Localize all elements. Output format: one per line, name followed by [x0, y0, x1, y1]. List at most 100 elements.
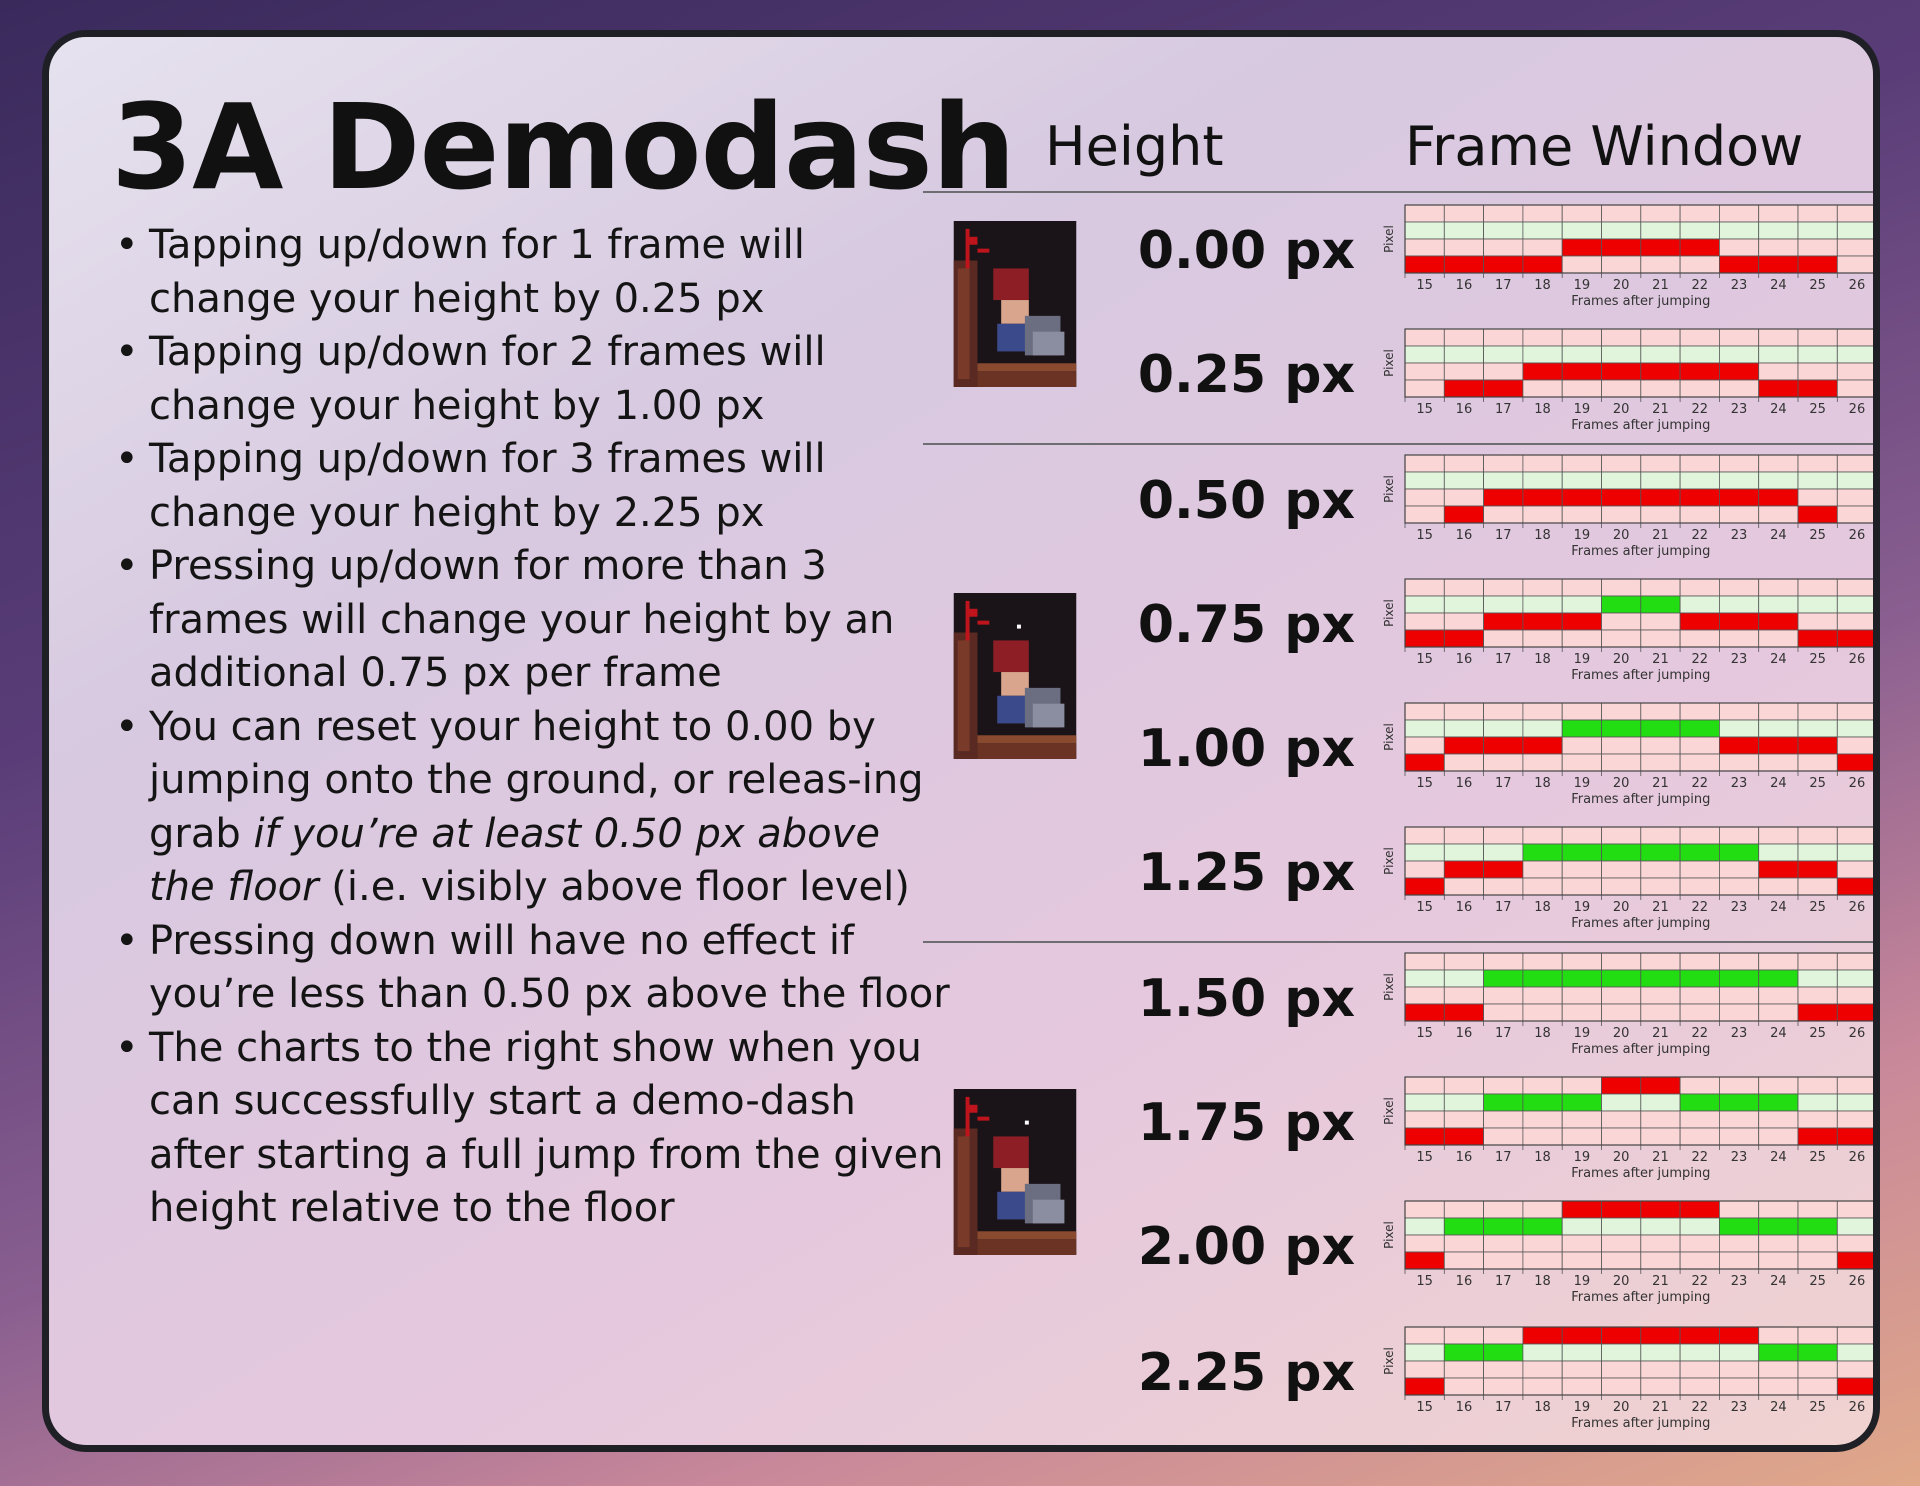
chart-tick-label: 16 — [1456, 1274, 1473, 1289]
chart-cell — [1561, 1217, 1602, 1236]
chart-cell — [1561, 488, 1602, 507]
sprite-body — [997, 695, 1029, 724]
chart-cell — [1561, 629, 1602, 648]
chart-tick-label: 15 — [1416, 1274, 1433, 1289]
chart-cell — [1640, 505, 1681, 524]
chart-tick-label: 17 — [1495, 402, 1512, 417]
chart-ylabel: Pixel — [1382, 1097, 1396, 1125]
chart-cell — [1522, 1234, 1563, 1253]
chart-cell — [1601, 719, 1642, 738]
sprite-face — [1001, 1168, 1029, 1192]
chart-cell — [1522, 736, 1563, 755]
chart-cell — [1836, 505, 1873, 524]
sprite-rope-end — [977, 1116, 990, 1121]
chart-cell — [1404, 1326, 1445, 1345]
chart-cell — [1561, 255, 1602, 274]
sprite-rope-knot — [969, 236, 978, 245]
chart-cell — [1640, 578, 1681, 597]
chart-tick-label: 17 — [1495, 1274, 1512, 1289]
chart-cell — [1601, 986, 1642, 1005]
chart-cell — [1443, 702, 1485, 721]
chart-cell — [1797, 362, 1838, 381]
frame-window-chart: Pixel 15 16 17 18 19 20 21 22 23 24 25 26 Frames afte… — [1382, 204, 1873, 309]
chart-tick-label: 19 — [1574, 278, 1591, 293]
chart-cell — [1601, 578, 1642, 597]
chart-cell — [1836, 736, 1873, 755]
chart-cell — [1443, 1360, 1485, 1379]
chart-cell — [1601, 328, 1642, 347]
chart-cell — [1404, 488, 1445, 507]
chart-cell — [1836, 826, 1873, 845]
chart-cell — [1404, 255, 1445, 274]
chart-tick-label: 24 — [1770, 1150, 1787, 1165]
chart-cell — [1679, 505, 1720, 524]
chart-cell — [1679, 1251, 1720, 1270]
chart-cell — [1404, 1343, 1445, 1362]
chart-tick-label: 25 — [1809, 1150, 1826, 1165]
height-column-header: Height — [1045, 115, 1224, 178]
chart-cell — [1797, 877, 1838, 896]
chart-cell — [1483, 345, 1524, 364]
chart-cell — [1561, 719, 1602, 738]
chart-cell — [1561, 1326, 1602, 1345]
chart-cell — [1561, 753, 1602, 772]
height-label: 0.00 px — [1137, 221, 1355, 281]
chart-cell — [1758, 204, 1799, 223]
chart-cell — [1522, 454, 1563, 473]
chart-cell — [1718, 471, 1760, 490]
chart-xlabel: Frames after jumping — [1571, 1042, 1710, 1057]
chart-cell — [1443, 221, 1485, 240]
chart-tick-label: 19 — [1574, 1274, 1591, 1289]
chart-cell — [1561, 1127, 1602, 1146]
chart-cell — [1404, 1217, 1445, 1236]
chart-cell — [1522, 505, 1563, 524]
chart-cell — [1758, 505, 1799, 524]
tip-text: Tapping up/down for 1 frame will change … — [149, 222, 805, 322]
chart-cell — [1679, 986, 1720, 1005]
chart-cell — [1443, 345, 1485, 364]
chart-tick-label: 15 — [1416, 278, 1433, 293]
chart-cell — [1679, 1234, 1720, 1253]
chart-cell — [1561, 1343, 1602, 1362]
chart-cell — [1404, 1127, 1445, 1146]
chart-cell — [1640, 1234, 1681, 1253]
chart-cell — [1640, 221, 1681, 240]
chart-cell — [1679, 1093, 1720, 1112]
chart-cell — [1483, 702, 1524, 721]
chart-ylabel: Pixel — [1382, 723, 1396, 751]
tip-item: Tapping up/down for 1 frame will change … — [115, 219, 955, 326]
chart-cell — [1836, 204, 1873, 223]
chart-tick-label: 21 — [1652, 528, 1669, 543]
chart-cell — [1836, 238, 1873, 257]
chart-cell — [1797, 238, 1838, 257]
chart-tick-label: 21 — [1652, 776, 1669, 791]
chart-cell — [1601, 952, 1642, 971]
chart-cell — [1836, 345, 1873, 364]
chart-cell — [1561, 328, 1602, 347]
chart-cell — [1443, 719, 1485, 738]
chart-tick-label: 22 — [1691, 1274, 1708, 1289]
chart-cell — [1404, 328, 1445, 347]
chart-cell — [1561, 1003, 1602, 1022]
chart-tick-label: 16 — [1456, 528, 1473, 543]
chart-cell — [1640, 471, 1681, 490]
chart-cell — [1404, 505, 1445, 524]
chart-tick-label: 26 — [1849, 900, 1866, 915]
chart-tick-label: 18 — [1534, 1026, 1551, 1041]
chart-cell — [1443, 1003, 1485, 1022]
chart-tick-label: 23 — [1731, 278, 1748, 293]
chart-cell — [1561, 221, 1602, 240]
chart-tick-label: 16 — [1456, 1150, 1473, 1165]
chart-cell — [1483, 1127, 1524, 1146]
chart-cell — [1758, 1360, 1799, 1379]
frame-window-chart: Pixel 15 16 17 18 19 20 21 22 23 24 25 26 Frames afte… — [1382, 454, 1873, 559]
sprite-wall-highlight — [957, 268, 970, 380]
chart-cell — [1483, 1093, 1524, 1112]
chart-cell — [1601, 255, 1642, 274]
chart-cell — [1718, 1127, 1760, 1146]
chart-cell — [1836, 1093, 1873, 1112]
chart-tick-label: 25 — [1809, 900, 1826, 915]
chart-ylabel: Pixel — [1382, 475, 1396, 503]
chart-tick-label: 16 — [1456, 402, 1473, 417]
sprite-floor-edge — [977, 1231, 1077, 1240]
